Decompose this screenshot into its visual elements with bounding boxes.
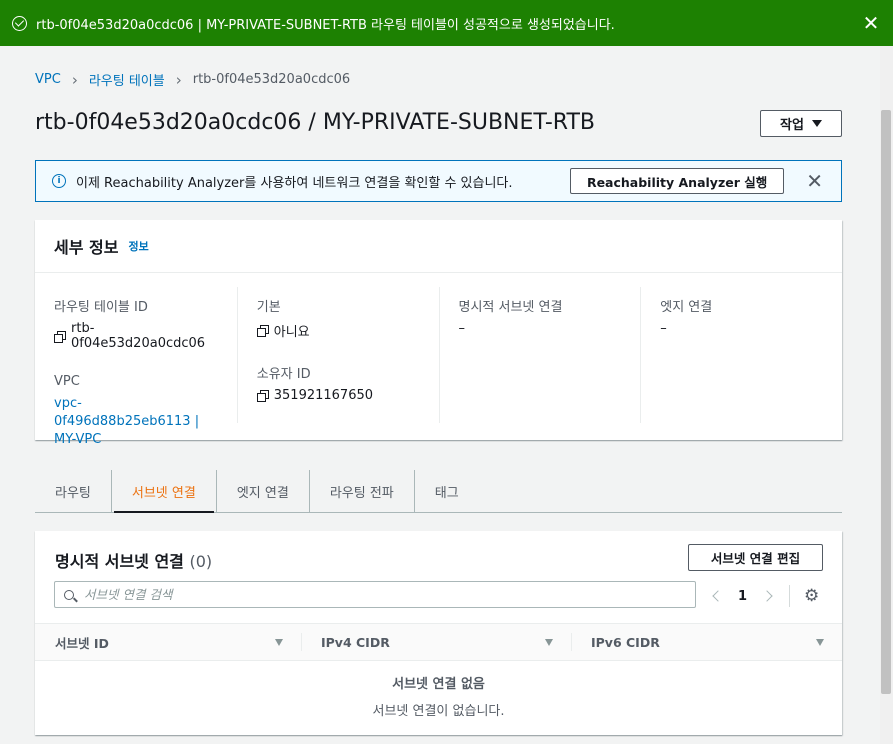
route-table-id-text: rtb-0f04e53d20a0cdc06 — [71, 321, 206, 351]
tab-tags[interactable]: 태그 — [413, 470, 479, 512]
caret-down-icon — [811, 120, 822, 127]
column-subnet-id-label: 서브넷 ID — [55, 635, 109, 651]
column-subnet-id[interactable]: 서브넷 ID — [35, 624, 301, 660]
tab-routes[interactable]: 라우팅 — [35, 470, 111, 512]
actions-dropdown-button[interactable]: 작업 — [760, 110, 842, 137]
reachability-info-alert: i 이제 Reachability Analyzer를 사용하여 네트워크 연결… — [35, 160, 842, 202]
sort-icon[interactable] — [545, 638, 553, 646]
route-table-id-value: rtb-0f04e53d20a0cdc06 — [54, 321, 218, 351]
copy-icon[interactable] — [256, 325, 269, 337]
subnet-associations-heading: 명시적 서브넷 연결 (0) — [55, 548, 212, 572]
chevron-right-icon: › — [71, 70, 78, 89]
tab-subnet-associations-label: 서브넷 연결 — [131, 485, 196, 501]
search-icon — [64, 589, 74, 600]
chevron-left-icon[interactable] — [712, 590, 724, 602]
pager-divider — [789, 585, 791, 607]
owner-id-label: 소유자 ID — [256, 367, 311, 382]
breadcrumb-route-tables[interactable]: 라우팅 테이블 — [89, 70, 165, 89]
info-icon: i — [52, 174, 66, 188]
breadcrumb: VPC › 라우팅 테이블 › rtb-0f04e53d20a0cdc06 — [35, 70, 351, 90]
explicit-subnet-label: 명시적 서브넷 연결 — [458, 300, 563, 315]
main-text: 아니요 — [273, 325, 310, 340]
subnet-search-input[interactable] — [84, 587, 686, 602]
flash-message: rtb-0f04e53d20a0cdc06 | MY-PRIVATE-SUBNE… — [36, 17, 615, 33]
details-header: 세부 정보 정보 — [35, 220, 842, 273]
gear-icon[interactable]: ⚙ — [804, 587, 819, 605]
flash-close-icon[interactable]: ✕ — [861, 13, 881, 33]
success-flashbar: rtb-0f04e53d20a0cdc06 | MY-PRIVATE-SUBNE… — [0, 0, 893, 46]
details-column-3: 명시적 서브넷 연결 – — [438, 287, 641, 423]
sort-icon[interactable] — [816, 638, 824, 646]
page-title: rtb-0f04e53d20a0cdc06 / MY-PRIVATE-SUBNE… — [35, 110, 595, 135]
tab-routes-label: 라우팅 — [55, 485, 91, 501]
chevron-right-icon[interactable] — [761, 590, 773, 602]
details-column-2: 기본 아니요 소유자 ID 351921167650 — [236, 287, 439, 423]
scrollbar-thumb[interactable] — [881, 110, 891, 694]
copy-icon[interactable] — [256, 390, 269, 402]
edit-subnet-associations-button[interactable]: 서브넷 연결 편집 — [688, 544, 823, 571]
vpc-link[interactable]: vpc-0f496d88b25eb6113 | MY-VPC — [54, 395, 218, 449]
subnet-associations-title: 명시적 서브넷 연결 — [55, 552, 184, 571]
actions-label: 작업 — [780, 118, 804, 133]
owner-id-text: 351921167650 — [273, 388, 374, 403]
sort-icon[interactable] — [275, 638, 283, 646]
main-label: 기본 — [256, 300, 281, 315]
run-reachability-analyzer-button[interactable]: Reachability Analyzer 실행 — [569, 168, 785, 194]
edge-label: 엣지 연결 — [660, 300, 713, 315]
column-ipv4-cidr-label: IPv4 CIDR — [321, 634, 390, 650]
tab-route-propagation[interactable]: 라우팅 전파 — [308, 470, 414, 512]
tab-subnet-associations[interactable]: 서브넷 연결 — [110, 470, 216, 513]
tab-route-propagation-label: 라우팅 전파 — [329, 485, 394, 501]
info-alert-text: 이제 Reachability Analyzer를 사용하여 네트워크 연결을 … — [76, 175, 513, 191]
tab-tags-label: 태그 — [434, 485, 459, 501]
copy-icon[interactable] — [54, 330, 66, 343]
table-header: 서브넷 ID IPv4 CIDR IPv6 CIDR — [35, 623, 842, 661]
column-ipv6-cidr[interactable]: IPv6 CIDR — [571, 624, 842, 660]
breadcrumb-vpc[interactable]: VPC — [35, 72, 61, 87]
subnet-associations-panel: 명시적 서브넷 연결 (0) 서브넷 연결 편집 1 ⚙ 서브넷 ID IPv4… — [35, 531, 842, 735]
column-ipv6-cidr-label: IPv6 CIDR — [591, 634, 660, 650]
subnet-associations-count: (0) — [189, 552, 213, 571]
explicit-subnet-value: – — [458, 321, 466, 336]
breadcrumb-current: rtb-0f04e53d20a0cdc06 — [192, 72, 351, 87]
chevron-right-icon: › — [175, 70, 182, 89]
empty-state-title: 서브넷 연결 없음 — [392, 677, 485, 692]
details-info-link[interactable]: 정보 — [128, 238, 148, 254]
vpc-label: VPC — [54, 374, 80, 389]
page-number[interactable]: 1 — [738, 589, 747, 604]
vpc-name-text: MY-VPC — [54, 432, 102, 447]
vpc-id-text: vpc-0f496d88b25eb6113 | — [54, 396, 200, 429]
details-heading: 세부 정보 — [54, 238, 119, 257]
page-scrollbar[interactable] — [880, 46, 893, 744]
details-panel: 세부 정보 정보 라우팅 테이블 ID rtb-0f04e53d20a0cdc0… — [35, 220, 842, 447]
route-table-id-label: 라우팅 테이블 ID — [54, 300, 148, 315]
pagination: 1 ⚙ — [712, 585, 819, 607]
owner-id-value: 351921167650 — [256, 388, 420, 403]
check-circle-icon — [12, 15, 27, 31]
tab-edge-associations[interactable]: 엣지 연결 — [215, 470, 309, 512]
empty-state-text: 서브넷 연결이 없습니다. — [372, 704, 505, 719]
main-value: 아니요 — [256, 321, 420, 340]
tab-bar: 라우팅 서브넷 연결 엣지 연결 라우팅 전파 태그 — [35, 470, 842, 513]
subnet-search-box[interactable] — [54, 581, 696, 608]
close-icon[interactable]: ✕ — [806, 171, 823, 191]
details-column-4: 엣지 연결 – — [640, 287, 842, 423]
details-column-1: 라우팅 테이블 ID rtb-0f04e53d20a0cdc06 VPC vpc… — [35, 287, 237, 447]
edge-value: – — [660, 321, 667, 336]
column-ipv4-cidr[interactable]: IPv4 CIDR — [301, 624, 571, 660]
tab-edge-associations-label: 엣지 연결 — [236, 485, 289, 501]
